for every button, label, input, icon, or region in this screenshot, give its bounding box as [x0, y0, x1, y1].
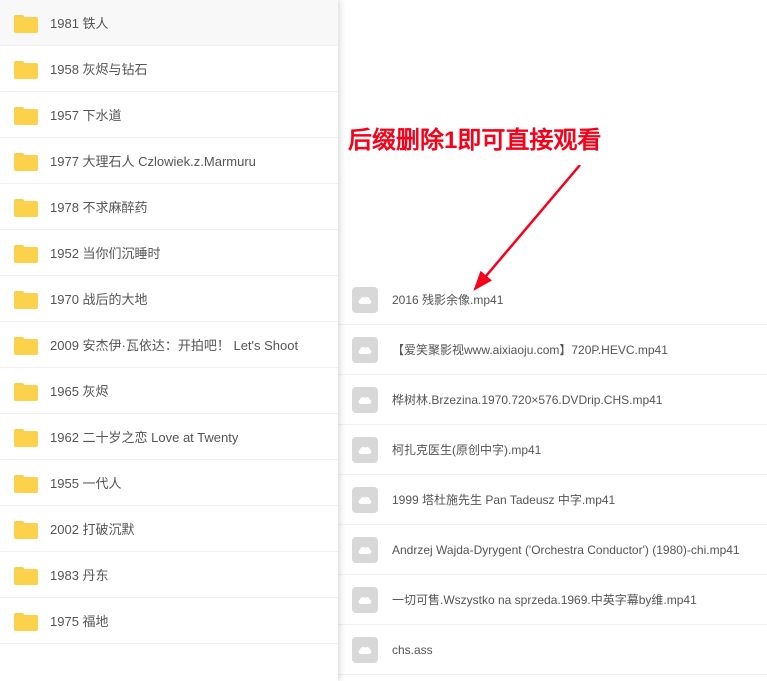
- cloud-file-icon: [352, 487, 378, 513]
- file-label: Andrzej Wajda-Dyrygent ('Orchestra Condu…: [392, 543, 740, 557]
- folder-icon: [14, 13, 38, 33]
- file-label: 1999 塔杜施先生 Pan Tadeusz 中字.mp41: [392, 491, 615, 508]
- file-list: 2016 残影余像.mp41【爱笑聚影视www.aixiaoju.com】720…: [338, 275, 767, 675]
- folder-label: 1983 丹东: [50, 565, 109, 584]
- folder-label: 1981 铁人: [50, 13, 109, 32]
- file-row[interactable]: 1999 塔杜施先生 Pan Tadeusz 中字.mp41: [338, 475, 767, 525]
- folder-icon: [14, 565, 38, 585]
- folder-row[interactable]: 1977 大理石人 Czlowiek.z.Marmuru: [0, 138, 338, 184]
- file-row[interactable]: 【爱笑聚影视www.aixiaoju.com】720P.HEVC.mp41: [338, 325, 767, 375]
- arrow-annotation: [460, 165, 610, 305]
- folder-label: 1978 不求麻醉药: [50, 197, 148, 216]
- folder-label: 1958 灰烬与钻石: [50, 59, 148, 78]
- folder-icon: [14, 519, 38, 539]
- folder-icon: [14, 59, 38, 79]
- folder-label: 1965 灰烬: [50, 381, 109, 400]
- file-row[interactable]: 柯扎克医生(原创中字).mp41: [338, 425, 767, 475]
- folder-label: 2009 安杰伊·瓦依达：开拍吧！ Let's Shoot: [50, 335, 298, 354]
- file-label: 【爱笑聚影视www.aixiaoju.com】720P.HEVC.mp41: [392, 341, 668, 358]
- folder-icon: [14, 611, 38, 631]
- folder-icon: [14, 335, 38, 355]
- folder-icon: [14, 473, 38, 493]
- folder-icon: [14, 381, 38, 401]
- folder-row[interactable]: 1958 灰烬与钻石: [0, 46, 338, 92]
- folder-row[interactable]: 1970 战后的大地: [0, 276, 338, 322]
- file-row[interactable]: chs.ass: [338, 625, 767, 675]
- folder-row[interactable]: 1957 下水道: [0, 92, 338, 138]
- folder-label: 1957 下水道: [50, 105, 122, 124]
- folder-icon: [14, 289, 38, 309]
- folder-icon: [14, 197, 38, 217]
- file-label: 桦树林.Brzezina.1970.720×576.DVDrip.CHS.mp4…: [392, 391, 662, 408]
- folder-row[interactable]: 2009 安杰伊·瓦依达：开拍吧！ Let's Shoot: [0, 322, 338, 368]
- cloud-file-icon: [352, 587, 378, 613]
- file-row[interactable]: 一切可售.Wszystko na sprzeda.1969.中英字幕by维.mp…: [338, 575, 767, 625]
- annotation-text: 后缀删除1即可直接观看: [348, 120, 601, 155]
- folder-label: 1955 一代人: [50, 473, 122, 492]
- folder-row[interactable]: 1962 二十岁之恋 Love at Twenty: [0, 414, 338, 460]
- folder-icon: [14, 105, 38, 125]
- folder-row[interactable]: 1978 不求麻醉药: [0, 184, 338, 230]
- folder-label: 1952 当你们沉睡时: [50, 243, 161, 262]
- file-label: chs.ass: [392, 643, 433, 657]
- folder-row[interactable]: 1981 铁人: [0, 0, 338, 46]
- folder-label: 1975 福地: [50, 611, 109, 630]
- file-label: 柯扎克医生(原创中字).mp41: [392, 441, 541, 458]
- cloud-file-icon: [352, 337, 378, 363]
- folder-icon: [14, 427, 38, 447]
- folder-icon: [14, 151, 38, 171]
- folder-row[interactable]: 1975 福地: [0, 598, 338, 644]
- folder-row[interactable]: 1955 一代人: [0, 460, 338, 506]
- folder-row[interactable]: 1965 灰烬: [0, 368, 338, 414]
- folder-label: 2002 打破沉默: [50, 519, 135, 538]
- cloud-file-icon: [352, 637, 378, 663]
- cloud-file-icon: [352, 287, 378, 313]
- folder-row[interactable]: 1952 当你们沉睡时: [0, 230, 338, 276]
- file-row[interactable]: 桦树林.Brzezina.1970.720×576.DVDrip.CHS.mp4…: [338, 375, 767, 425]
- cloud-file-icon: [352, 437, 378, 463]
- cloud-file-icon: [352, 537, 378, 563]
- folder-icon: [14, 243, 38, 263]
- folder-label: 1977 大理石人 Czlowiek.z.Marmuru: [50, 151, 256, 170]
- folder-label: 1970 战后的大地: [50, 289, 148, 308]
- folder-row[interactable]: 1983 丹东: [0, 552, 338, 598]
- folder-list: 1981 铁人 1958 灰烬与钻石 1957 下水道 1977 大理石人 Czlow…: [0, 0, 338, 681]
- folder-label: 1962 二十岁之恋 Love at Twenty: [50, 427, 238, 446]
- file-label: 一切可售.Wszystko na sprzeda.1969.中英字幕by维.mp…: [392, 591, 697, 608]
- file-row[interactable]: Andrzej Wajda-Dyrygent ('Orchestra Condu…: [338, 525, 767, 575]
- folder-row[interactable]: 2002 打破沉默: [0, 506, 338, 552]
- cloud-file-icon: [352, 387, 378, 413]
